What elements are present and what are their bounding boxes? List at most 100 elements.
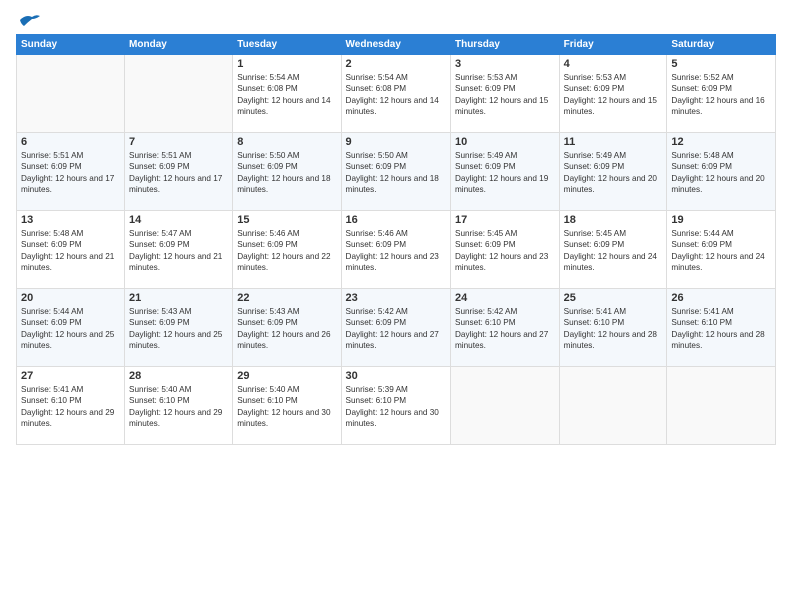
calendar-week-row: 6 Sunrise: 5:51 AM Sunset: 6:09 PM Daylig… [17, 133, 776, 211]
col-wednesday: Wednesday [341, 35, 450, 55]
day-number: 2 [346, 58, 446, 70]
table-row: 20 Sunrise: 5:44 AM Sunset: 6:09 PM Dayli… [17, 289, 125, 367]
table-row: 5 Sunrise: 5:52 AM Sunset: 6:09 PM Daylig… [667, 55, 776, 133]
table-row: 13 Sunrise: 5:48 AM Sunset: 6:09 PM Dayli… [17, 211, 125, 289]
table-row: 6 Sunrise: 5:51 AM Sunset: 6:09 PM Daylig… [17, 133, 125, 211]
day-number: 10 [455, 136, 555, 148]
day-info: Sunrise: 5:50 AM Sunset: 6:09 PM Dayligh… [346, 150, 446, 196]
day-info: Sunrise: 5:40 AM Sunset: 6:10 PM Dayligh… [237, 384, 336, 430]
col-friday: Friday [559, 35, 667, 55]
day-number: 7 [129, 136, 228, 148]
day-info: Sunrise: 5:41 AM Sunset: 6:10 PM Dayligh… [21, 384, 120, 430]
logo-bird-icon [18, 12, 40, 28]
day-info: Sunrise: 5:43 AM Sunset: 6:09 PM Dayligh… [237, 306, 336, 352]
day-info: Sunrise: 5:42 AM Sunset: 6:10 PM Dayligh… [455, 306, 555, 352]
table-row: 19 Sunrise: 5:44 AM Sunset: 6:09 PM Dayli… [667, 211, 776, 289]
day-number: 3 [455, 58, 555, 70]
table-row: 23Sunrise: 5:42 AM Sunset: 6:09 PM Dayli… [341, 289, 450, 367]
calendar-week-row: 1 Sunrise: 5:54 AM Sunset: 6:08 PM Daylig… [17, 55, 776, 133]
day-number: 5 [671, 58, 771, 70]
day-info: Sunrise: 5:45 AM Sunset: 6:09 PM Dayligh… [564, 228, 663, 274]
day-info: Sunrise: 5:53 AM Sunset: 6:09 PM Dayligh… [564, 72, 663, 118]
col-thursday: Thursday [450, 35, 559, 55]
day-number: 15 [237, 214, 336, 226]
table-row: 18Sunrise: 5:45 AM Sunset: 6:09 PM Dayli… [559, 211, 667, 289]
table-row: 17Sunrise: 5:45 AM Sunset: 6:09 PM Dayli… [450, 211, 559, 289]
logo [16, 12, 40, 28]
day-number: 16 [346, 214, 446, 226]
day-info: Sunrise: 5:39 AM Sunset: 6:10 PM Dayligh… [346, 384, 446, 430]
day-number: 6 [21, 136, 120, 148]
table-row: 28 Sunrise: 5:40 AM Sunset: 6:10 PM Dayli… [125, 367, 233, 445]
col-tuesday: Tuesday [233, 35, 341, 55]
table-row: 3 Sunrise: 5:53 AM Sunset: 6:09 PM Daylig… [450, 55, 559, 133]
day-info: Sunrise: 5:54 AM Sunset: 6:08 PM Dayligh… [346, 72, 446, 118]
table-row: 2 Sunrise: 5:54 AM Sunset: 6:08 PM Daylig… [341, 55, 450, 133]
day-number: 13 [21, 214, 120, 226]
table-row: 26 Sunrise: 5:41 AM Sunset: 6:10 PM Dayli… [667, 289, 776, 367]
table-row [17, 55, 125, 133]
day-number: 21 [129, 292, 228, 304]
table-row [450, 367, 559, 445]
calendar-week-row: 20 Sunrise: 5:44 AM Sunset: 6:09 PM Dayli… [17, 289, 776, 367]
page: Sunday Monday Tuesday Wednesday Thursday… [0, 0, 792, 612]
day-number: 30 [346, 370, 446, 382]
day-number: 8 [237, 136, 336, 148]
table-row: 22Sunrise: 5:43 AM Sunset: 6:09 PM Dayli… [233, 289, 341, 367]
table-row: 8Sunrise: 5:50 AM Sunset: 6:09 PM Daylig… [233, 133, 341, 211]
table-row: 10 Sunrise: 5:49 AM Sunset: 6:09 PM Dayli… [450, 133, 559, 211]
day-info: Sunrise: 5:49 AM Sunset: 6:09 PM Dayligh… [455, 150, 555, 196]
day-number: 28 [129, 370, 228, 382]
col-saturday: Saturday [667, 35, 776, 55]
calendar-header-row: Sunday Monday Tuesday Wednesday Thursday… [17, 35, 776, 55]
table-row: 11Sunrise: 5:49 AM Sunset: 6:09 PM Dayli… [559, 133, 667, 211]
day-number: 12 [671, 136, 771, 148]
day-info: Sunrise: 5:51 AM Sunset: 6:09 PM Dayligh… [129, 150, 228, 196]
day-info: Sunrise: 5:48 AM Sunset: 6:09 PM Dayligh… [21, 228, 120, 274]
table-row [667, 367, 776, 445]
day-info: Sunrise: 5:54 AM Sunset: 6:08 PM Dayligh… [237, 72, 336, 118]
day-info: Sunrise: 5:43 AM Sunset: 6:09 PM Dayligh… [129, 306, 228, 352]
table-row: 14 Sunrise: 5:47 AM Sunset: 6:09 PM Dayli… [125, 211, 233, 289]
day-info: Sunrise: 5:44 AM Sunset: 6:09 PM Dayligh… [21, 306, 120, 352]
header [16, 12, 776, 28]
table-row: 29 Sunrise: 5:40 AM Sunset: 6:10 PM Dayli… [233, 367, 341, 445]
day-info: Sunrise: 5:52 AM Sunset: 6:09 PM Dayligh… [671, 72, 771, 118]
table-row: 27 Sunrise: 5:41 AM Sunset: 6:10 PM Dayli… [17, 367, 125, 445]
day-number: 23 [346, 292, 446, 304]
day-info: Sunrise: 5:49 AM Sunset: 6:09 PM Dayligh… [564, 150, 663, 196]
day-info: Sunrise: 5:47 AM Sunset: 6:09 PM Dayligh… [129, 228, 228, 274]
calendar: Sunday Monday Tuesday Wednesday Thursday… [16, 34, 776, 445]
day-info: Sunrise: 5:46 AM Sunset: 6:09 PM Dayligh… [237, 228, 336, 274]
table-row: 25 Sunrise: 5:41 AM Sunset: 6:10 PM Dayli… [559, 289, 667, 367]
day-number: 25 [564, 292, 663, 304]
day-info: Sunrise: 5:48 AM Sunset: 6:09 PM Dayligh… [671, 150, 771, 196]
day-info: Sunrise: 5:46 AM Sunset: 6:09 PM Dayligh… [346, 228, 446, 274]
day-info: Sunrise: 5:45 AM Sunset: 6:09 PM Dayligh… [455, 228, 555, 274]
day-number: 27 [21, 370, 120, 382]
table-row: 15 Sunrise: 5:46 AM Sunset: 6:09 PM Dayli… [233, 211, 341, 289]
table-row: 16 Sunrise: 5:46 AM Sunset: 6:09 PM Dayli… [341, 211, 450, 289]
day-info: Sunrise: 5:53 AM Sunset: 6:09 PM Dayligh… [455, 72, 555, 118]
col-monday: Monday [125, 35, 233, 55]
table-row: 30 Sunrise: 5:39 AM Sunset: 6:10 PM Dayli… [341, 367, 450, 445]
day-number: 1 [237, 58, 336, 70]
table-row [559, 367, 667, 445]
table-row: 4 Sunrise: 5:53 AM Sunset: 6:09 PM Daylig… [559, 55, 667, 133]
day-info: Sunrise: 5:44 AM Sunset: 6:09 PM Dayligh… [671, 228, 771, 274]
calendar-week-row: 27 Sunrise: 5:41 AM Sunset: 6:10 PM Dayli… [17, 367, 776, 445]
day-number: 20 [21, 292, 120, 304]
day-info: Sunrise: 5:51 AM Sunset: 6:09 PM Dayligh… [21, 150, 120, 196]
day-number: 29 [237, 370, 336, 382]
day-number: 4 [564, 58, 663, 70]
day-number: 9 [346, 136, 446, 148]
table-row: 24 Sunrise: 5:42 AM Sunset: 6:10 PM Dayli… [450, 289, 559, 367]
day-number: 24 [455, 292, 555, 304]
table-row: 21 Sunrise: 5:43 AM Sunset: 6:09 PM Dayli… [125, 289, 233, 367]
day-info: Sunrise: 5:40 AM Sunset: 6:10 PM Dayligh… [129, 384, 228, 430]
day-number: 19 [671, 214, 771, 226]
day-info: Sunrise: 5:41 AM Sunset: 6:10 PM Dayligh… [564, 306, 663, 352]
day-number: 14 [129, 214, 228, 226]
day-info: Sunrise: 5:41 AM Sunset: 6:10 PM Dayligh… [671, 306, 771, 352]
day-number: 26 [671, 292, 771, 304]
